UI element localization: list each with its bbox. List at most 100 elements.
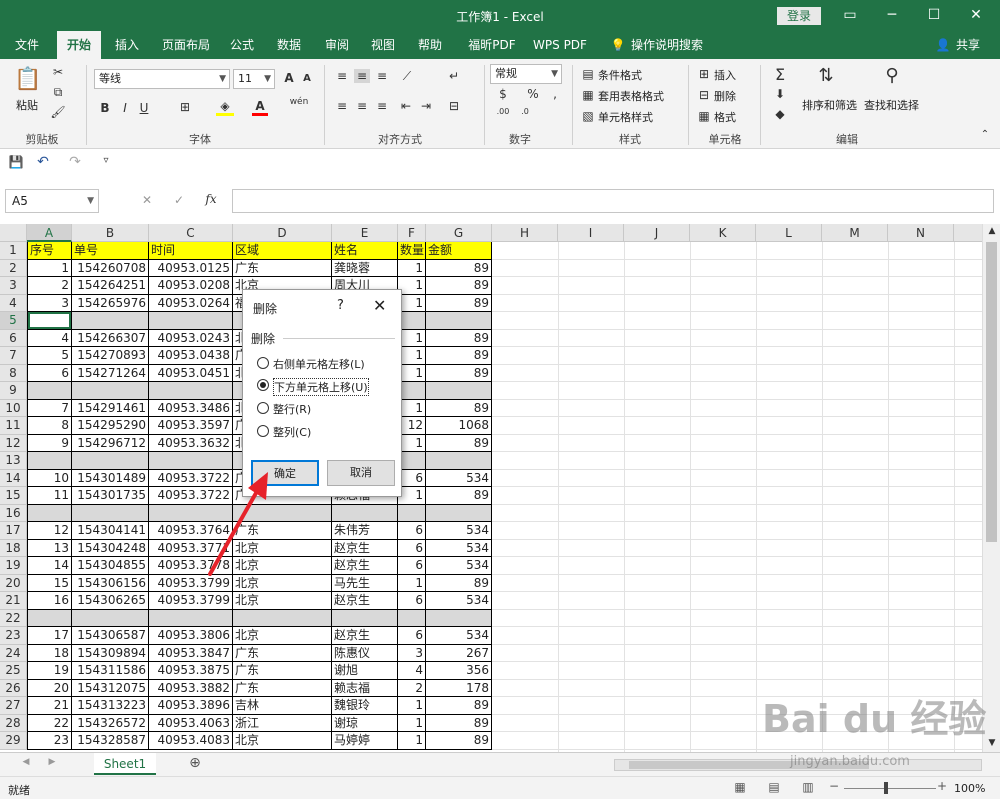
worksheet-grid[interactable]: A B C D E F G H I J K L M N 1 序号 单号 时间 区域 姓名数…: [0, 224, 990, 752]
table-cell[interactable]: 40953.0125: [149, 259, 233, 277]
table-cell[interactable]: 534: [426, 557, 492, 575]
table-cell[interactable]: [233, 609, 332, 627]
table-cell[interactable]: 15: [27, 574, 72, 592]
table-cell[interactable]: 89: [426, 259, 492, 277]
person-icon[interactable]: 👤: [932, 31, 954, 59]
tab-wps-pdf[interactable]: WPS PDF: [530, 31, 590, 59]
table-cell[interactable]: 154304248: [72, 539, 149, 557]
table-cell[interactable]: 6: [398, 539, 426, 557]
normal-view-icon[interactable]: ▦: [732, 780, 748, 794]
row-header[interactable]: 8: [0, 364, 27, 382]
table-cell[interactable]: 534: [426, 522, 492, 540]
table-cell[interactable]: [72, 609, 149, 627]
table-cell[interactable]: 89: [426, 364, 492, 382]
table-cell[interactable]: 1: [27, 259, 72, 277]
increase-font-icon[interactable]: A: [281, 71, 297, 85]
table-cell[interactable]: 4: [398, 662, 426, 680]
customize-qat-icon[interactable]: ▿: [100, 155, 112, 166]
col-header-h[interactable]: H: [492, 224, 558, 242]
table-cell[interactable]: 3: [27, 294, 72, 312]
currency-icon[interactable]: $: [494, 87, 512, 101]
table-cell[interactable]: 40953.0451: [149, 364, 233, 382]
table-cell[interactable]: [426, 609, 492, 627]
table-cell[interactable]: [72, 452, 149, 470]
table-cell[interactable]: 赵京生: [332, 539, 398, 557]
align-right-icon[interactable]: ≡: [374, 99, 390, 113]
italic-button[interactable]: I: [118, 101, 132, 115]
minimize-icon[interactable]: ─: [872, 4, 912, 26]
table-cell[interactable]: [149, 452, 233, 470]
table-cell[interactable]: 1: [398, 697, 426, 715]
table-cell[interactable]: 北京: [233, 627, 332, 645]
undo-icon[interactable]: ↶: [34, 154, 52, 170]
table-cell[interactable]: 154301735: [72, 487, 149, 505]
table-cell[interactable]: 89: [426, 294, 492, 312]
sort-filter-icon[interactable]: ⇅: [814, 65, 838, 86]
scroll-thumb[interactable]: [986, 242, 997, 542]
tab-page-layout[interactable]: 页面布局: [156, 31, 216, 59]
table-cell[interactable]: 1: [398, 329, 426, 347]
row-header[interactable]: 11: [0, 417, 27, 435]
share-button[interactable]: 共享: [954, 31, 982, 59]
table-cell[interactable]: [426, 312, 492, 330]
clear-icon[interactable]: ◆: [772, 107, 788, 121]
table-cell[interactable]: 1: [398, 294, 426, 312]
table-cell[interactable]: 154301489: [72, 469, 149, 487]
table-cell[interactable]: [426, 504, 492, 522]
tab-review[interactable]: 审阅: [319, 31, 355, 59]
table-cell[interactable]: 北京: [233, 732, 332, 750]
table-cell[interactable]: 40953.4063: [149, 714, 233, 732]
cell-styles-button[interactable]: 单元格样式: [598, 109, 653, 125]
table-cell[interactable]: 1: [398, 732, 426, 750]
sort-filter-button[interactable]: 排序和筛选: [802, 97, 857, 113]
table-cell[interactable]: [72, 312, 149, 330]
select-all-corner[interactable]: [0, 224, 27, 242]
table-cell[interactable]: [149, 609, 233, 627]
align-bottom-icon[interactable]: ≡: [374, 69, 390, 83]
tab-data[interactable]: 数据: [271, 31, 307, 59]
paste-icon[interactable]: 📋: [14, 67, 42, 95]
table-cell[interactable]: 16: [27, 592, 72, 610]
table-cell[interactable]: [27, 452, 72, 470]
table-cell[interactable]: 4: [27, 329, 72, 347]
table-cell[interactable]: [149, 312, 233, 330]
table-cell[interactable]: 40953.3882: [149, 679, 233, 697]
table-cell[interactable]: 40953.0243: [149, 329, 233, 347]
align-center-icon[interactable]: ≡: [354, 99, 370, 113]
number-format-select[interactable]: 常规 ▼: [490, 64, 562, 84]
table-cell[interactable]: 89: [426, 277, 492, 295]
zoom-in-icon[interactable]: +: [936, 779, 948, 793]
table-cell[interactable]: 龚晓蓉: [332, 259, 398, 277]
paste-button[interactable]: 粘贴: [16, 97, 38, 113]
login-button[interactable]: 登录: [777, 7, 821, 25]
table-cell[interactable]: 广东: [233, 662, 332, 680]
table-cell[interactable]: 267: [426, 644, 492, 662]
row-header[interactable]: 24: [0, 644, 27, 662]
table-cell[interactable]: 广东: [233, 259, 332, 277]
table-cell[interactable]: 马婷婷: [332, 732, 398, 750]
table-cell[interactable]: 6: [398, 627, 426, 645]
table-cell[interactable]: 89: [426, 487, 492, 505]
table-cell[interactable]: 534: [426, 469, 492, 487]
table-cell[interactable]: 89: [426, 434, 492, 452]
table-cell[interactable]: [27, 609, 72, 627]
table-cell[interactable]: 8: [27, 417, 72, 435]
row-header[interactable]: 6: [0, 329, 27, 347]
table-cell[interactable]: 22: [27, 714, 72, 732]
zoom-slider[interactable]: [844, 788, 936, 789]
insert-button[interactable]: 插入: [714, 67, 736, 83]
table-cell[interactable]: 1: [398, 347, 426, 365]
table-cell[interactable]: [426, 452, 492, 470]
table-cell[interactable]: [426, 382, 492, 400]
row-header[interactable]: 10: [0, 399, 27, 417]
copy-icon[interactable]: ⧉: [50, 85, 66, 100]
table-cell[interactable]: [72, 382, 149, 400]
table-cell[interactable]: 13: [27, 539, 72, 557]
tab-foxit-pdf[interactable]: 福昕PDF: [460, 31, 524, 59]
table-cell[interactable]: 姓名: [332, 242, 398, 260]
wrap-text-icon[interactable]: ↵: [446, 69, 462, 83]
table-cell[interactable]: 赵京生: [332, 592, 398, 610]
row-header[interactable]: 7: [0, 347, 27, 365]
cancel-icon[interactable]: ✕: [140, 193, 154, 207]
zoom-thumb[interactable]: [884, 782, 888, 794]
